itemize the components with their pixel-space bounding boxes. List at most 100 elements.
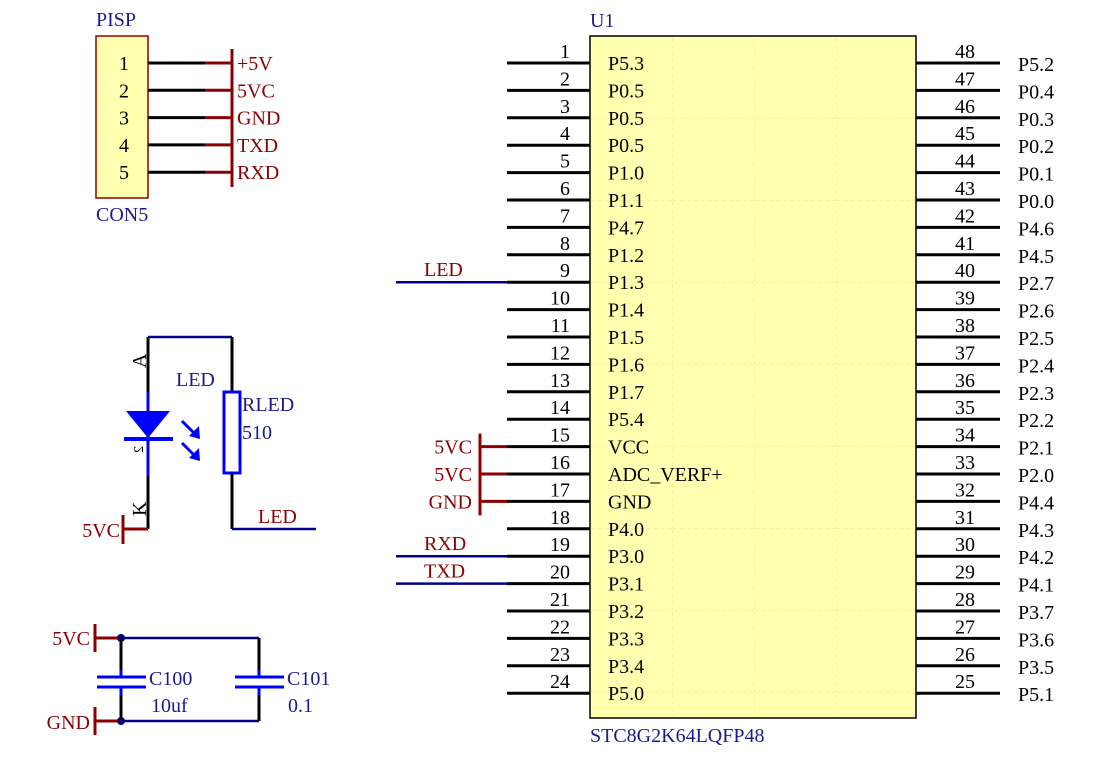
chip-pin-number: 13 [550,370,570,392]
led-designator: LED [176,369,215,391]
resistor-value: 510 [242,422,272,444]
net-label: TXD [424,561,465,583]
chip-pin-name: P4.3 [1018,520,1054,542]
chip-pin-name: P4.4 [1018,492,1054,514]
chip-pin-name: P1.7 [608,382,644,404]
chip-pin-number: 2 [560,68,570,90]
chip-pin-number: 26 [955,644,975,666]
chip-pin-number: 31 [955,507,975,529]
chip-pin-number: 22 [550,616,570,638]
chip-pin-number: 23 [550,644,570,666]
led-output-net-label: LED [258,506,297,528]
chip-pin-number: 25 [955,671,975,693]
connector-pin-number: 2 [119,80,129,102]
chip-pin-name: P1.1 [608,190,644,212]
led-circuit: A 2 LED K 5VC RLED 510 LED [82,335,316,544]
light-emission-arrows-icon [180,419,200,461]
connector-pin-number: 3 [119,108,129,130]
chip-pin-name: GND [608,491,651,513]
chip-pin-name: P0.4 [1018,81,1054,103]
chip-pin-number: 18 [550,507,570,529]
chip-pin-name: P2.5 [1018,328,1054,350]
connector-net-label: +5V [237,53,273,75]
chip-pin-name: P0.0 [1018,191,1054,213]
chip-pin-name: P0.3 [1018,109,1054,131]
chip-pin-number: 46 [955,96,975,118]
capacitor-c101[interactable] [235,638,284,721]
chip-pin-name: P0.2 [1018,136,1054,158]
chip-pin-name: P3.4 [608,656,644,678]
net-label: RXD [424,533,466,555]
chip-pin-number: 14 [550,397,570,419]
chip-pin-name: ADC_VERF+ [608,464,723,486]
c100-designator: C100 [149,668,192,690]
chip-pin-number: 37 [955,342,975,364]
chip-pin-number: 15 [550,425,570,447]
chip-pin-number: 28 [955,589,975,611]
chip-pin-number: 21 [550,589,570,611]
chip-pin-name: P4.1 [1018,575,1054,597]
chip-pin-name: VCC [608,437,649,459]
net-label: 5VC [434,464,472,486]
chip-pin-number: 11 [551,315,570,337]
chip-pin-number: 42 [955,205,975,227]
led-triangle-icon [126,411,170,438]
chip-pin-number: 43 [955,178,975,200]
chip-pin-number: 30 [955,534,975,556]
net-label: GND [429,491,472,513]
connector-pin-number: 5 [119,162,129,184]
chip-pin-number: 45 [955,123,975,145]
chip-pin-number: 41 [955,233,975,255]
chip-pin-number: 5 [560,151,570,173]
chip-pin-name: P3.5 [1018,657,1054,679]
led-anode-label: A [129,353,151,368]
connector-pin-number: 4 [119,135,129,157]
connector-net-label: 5VC [237,80,275,102]
resistor-rled[interactable] [222,390,242,475]
connector-pin-number: 1 [119,53,129,75]
connector-comment: CON5 [96,204,148,226]
connector-net-label: TXD [237,135,278,157]
chip-pin-number: 17 [550,479,570,501]
chip-pin-name: P2.3 [1018,383,1054,405]
chip-pin-number: 47 [955,68,975,90]
chip-pin-number: 29 [955,562,975,584]
led-cathode-net-label: 5VC [82,520,120,542]
connector-designator: PISP [96,9,136,31]
led-pin-mark: 2 [132,446,147,453]
chip-pin-number: 8 [560,233,570,255]
chip-pin-name: P3.1 [608,574,644,596]
chip-pin-name: P2.2 [1018,410,1054,432]
chip-pin-name: P0.5 [608,80,644,102]
chip-pin-name: P2.7 [1018,273,1054,295]
connector-net-label: GND [237,108,280,130]
chip-pin-number: 36 [955,370,975,392]
chip-pin-number: 16 [550,452,570,474]
chip-pin-number: 48 [955,41,975,63]
chip-pin-name: P3.3 [608,628,644,650]
chip-pin-number: 4 [560,123,570,145]
capacitor-c100[interactable] [97,638,146,721]
net-label: LED [424,259,463,281]
chip-pin-name: P4.5 [1018,246,1054,268]
chip-pin-name: P5.0 [608,683,644,705]
led-cathode-label: K [129,501,151,516]
decoupling-caps: 5VC GND C100 10uf C101 0.1 [47,624,330,735]
chip-pin-name: P1.3 [608,272,644,294]
chip-u1[interactable]: U1 STC8G2K64LQFP48 1 P5.3 2 P0.5 3 P0.5 4 P0.5 5… [396,10,1054,747]
chip-pin-number: 20 [550,562,570,584]
c100-value: 10uf [151,695,188,717]
connector-pisp[interactable]: PISP CON5 1 +5V 2 5VC 3 GND 4 TXD 5 RXD [95,9,280,226]
chip-pin-right[interactable]: 48 P5.2 [916,41,1054,76]
chip-pin-name: P4.6 [1018,218,1054,240]
chip-pin-number: 34 [955,425,975,447]
schematic-canvas: PISP CON5 1 +5V 2 5VC 3 GND 4 TXD 5 RXD U1 STC8G2… [47,9,1054,747]
chip-pin-name: P4.2 [1018,547,1054,569]
led-diode[interactable]: 2 [124,392,200,476]
chip-pin-name: P3.6 [1018,629,1054,651]
chip-pin-name: P5.2 [1018,54,1054,76]
chip-pin-name: P2.1 [1018,438,1054,460]
chip-pin-number: 24 [550,671,570,693]
chip-pin-number: 27 [955,616,975,638]
chip-pin-name: P5.4 [608,409,644,431]
